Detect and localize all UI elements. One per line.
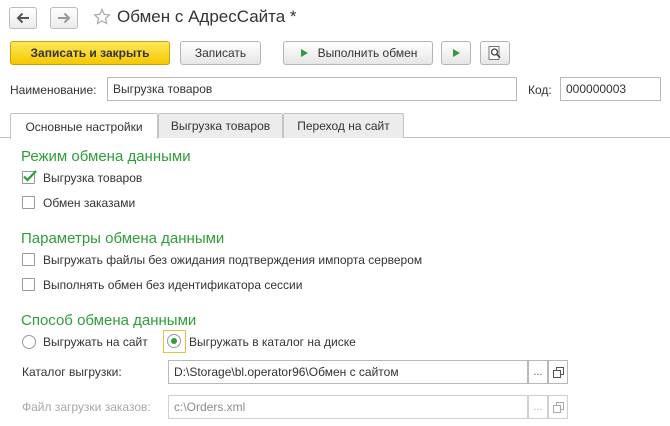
no-session-id-checkbox[interactable] (22, 278, 35, 291)
export-goods-label: Выгрузка товаров (43, 171, 143, 185)
order-exchange-checkbox[interactable] (22, 196, 35, 209)
export-dir-select-button[interactable]: ... (528, 360, 548, 384)
save-button[interactable]: Записать (180, 41, 261, 65)
checkmark-icon (23, 170, 37, 182)
tab-main-settings[interactable]: Основные настройки (10, 113, 158, 139)
search-report-button[interactable] (480, 41, 510, 65)
method-section-title: Способ обмена данными (21, 312, 197, 329)
search-report-icon (488, 46, 501, 60)
arrow-left-icon (16, 12, 29, 24)
no-session-id-label: Выполнять обмен без идентификатора сесси… (43, 278, 303, 292)
radio-upload-to-disk-label: Выгружать в каталог на диске (189, 335, 356, 349)
play-icon (453, 49, 460, 57)
orders-file-label: Файл загрузки заказов: (22, 400, 151, 414)
export-goods-checkbox[interactable] (22, 170, 37, 184)
no-import-confirmation-label: Выгружать файлы без ожидания подтвержден… (43, 253, 423, 267)
tab-goods-export[interactable]: Выгрузка товаров (158, 113, 283, 138)
orders-file-input[interactable]: c:\Orders.xml (168, 395, 528, 419)
radio-upload-to-site-label: Выгружать на сайт (43, 335, 148, 349)
open-window-icon (552, 401, 564, 413)
tab-go-to-site[interactable]: Переход на сайт (283, 113, 404, 138)
radio-upload-to-disk[interactable] (167, 334, 181, 348)
run-exchange-button[interactable]: Выполнить обмен (283, 41, 433, 65)
save-and-close-button[interactable]: Записать и закрыть (10, 41, 170, 65)
run-button[interactable] (441, 41, 471, 65)
mode-section-title: Режим обмена данными (21, 148, 191, 165)
play-icon (300, 49, 308, 57)
favorite-button[interactable] (93, 8, 111, 29)
orders-file-open-button[interactable] (548, 395, 568, 419)
export-dir-open-button[interactable] (548, 360, 568, 384)
run-exchange-label: Выполнить обмен (317, 46, 418, 60)
radio-upload-to-site[interactable] (22, 335, 36, 349)
export-dir-label: Каталог выгрузки: (22, 365, 122, 379)
export-dir-input[interactable]: D:\Storage\bl.operator96\Обмен с сайтом (168, 360, 528, 384)
forward-button[interactable] (50, 7, 78, 29)
star-icon (93, 8, 111, 25)
arrow-right-icon (58, 12, 71, 24)
params-section-title: Параметры обмена данными (21, 230, 225, 247)
open-window-icon (552, 366, 564, 378)
name-input[interactable]: Выгрузка товаров (107, 77, 517, 101)
back-button[interactable] (9, 7, 37, 29)
orders-file-select-button[interactable]: ... (528, 395, 548, 419)
no-import-confirmation-checkbox[interactable] (22, 253, 35, 266)
code-label: Код: (528, 83, 552, 97)
order-exchange-label: Обмен заказами (43, 196, 136, 210)
window-title: Обмен с АдресСайта * (117, 7, 297, 26)
code-input[interactable]: 000000003 (560, 77, 661, 101)
name-label: Наименование: (10, 83, 97, 97)
